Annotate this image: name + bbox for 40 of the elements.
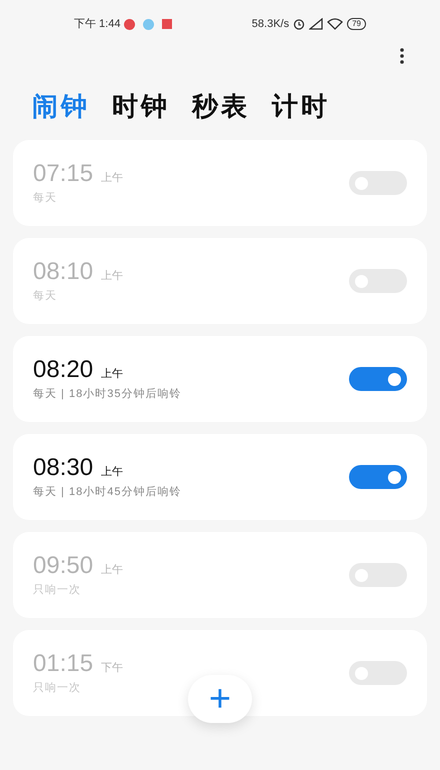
alarm-period: 上午 [101, 464, 124, 480]
alarm-time: 08:30 [33, 454, 94, 482]
alarm-time: 07:15 [33, 160, 94, 188]
alarm-icon [293, 18, 306, 30]
battery-indicator: 79 [347, 18, 366, 30]
alarm-card[interactable]: 08:30 上午 每天 | 18小时45分钟后响铃 [13, 434, 427, 520]
alarm-repeat-info: 只响一次 [33, 582, 82, 598]
alarm-repeat-info: 每天 | 18小时45分钟后响铃 [33, 484, 182, 500]
alarm-period: 下午 [101, 660, 124, 676]
alarm-repeat-info: 每天 [33, 190, 58, 206]
alarm-card[interactable]: 07:15 上午 每天 [13, 140, 427, 226]
tab[interactable]: 时钟 [112, 86, 170, 126]
alarm-repeat-info: 每天 | 18小时35分钟后响铃 [33, 386, 182, 402]
tab[interactable]: 秒表 [192, 86, 250, 126]
alarm-time: 09:50 [33, 552, 94, 580]
alarm-period: 上午 [101, 366, 124, 382]
alarm-time: 08:10 [33, 258, 94, 286]
add-alarm-button[interactable]: + [188, 675, 252, 723]
signal-icon [309, 18, 324, 30]
alarm-period: 上午 [101, 562, 124, 578]
alarm-toggle[interactable] [349, 465, 407, 489]
alarm-time: 08:20 [33, 356, 94, 384]
alarm-repeat-info: 每天 [33, 288, 58, 304]
notification-icon [162, 19, 172, 29]
alarm-repeat-info: 只响一次 [33, 680, 82, 696]
notification-icon [143, 18, 154, 30]
notification-icon [124, 18, 136, 30]
alarm-card[interactable]: 09:50 上午 只响一次 [13, 532, 427, 618]
alarm-toggle[interactable] [349, 367, 407, 391]
status-time: 下午 1:44 [74, 16, 120, 32]
wifi-icon [327, 18, 344, 30]
alarm-period: 上午 [101, 268, 124, 284]
alarm-period: 上午 [101, 170, 124, 186]
tab[interactable]: 闹钟 [32, 86, 90, 126]
more-options-icon[interactable] [400, 48, 404, 64]
network-speed: 58.3K/s [252, 16, 290, 32]
alarm-time: 01:15 [33, 650, 94, 678]
tab[interactable]: 计时 [272, 86, 330, 126]
alarm-card[interactable]: 08:20 上午 每天 | 18小时35分钟后响铃 [13, 336, 427, 422]
alarm-card[interactable]: 08:10 上午 每天 [13, 238, 427, 324]
